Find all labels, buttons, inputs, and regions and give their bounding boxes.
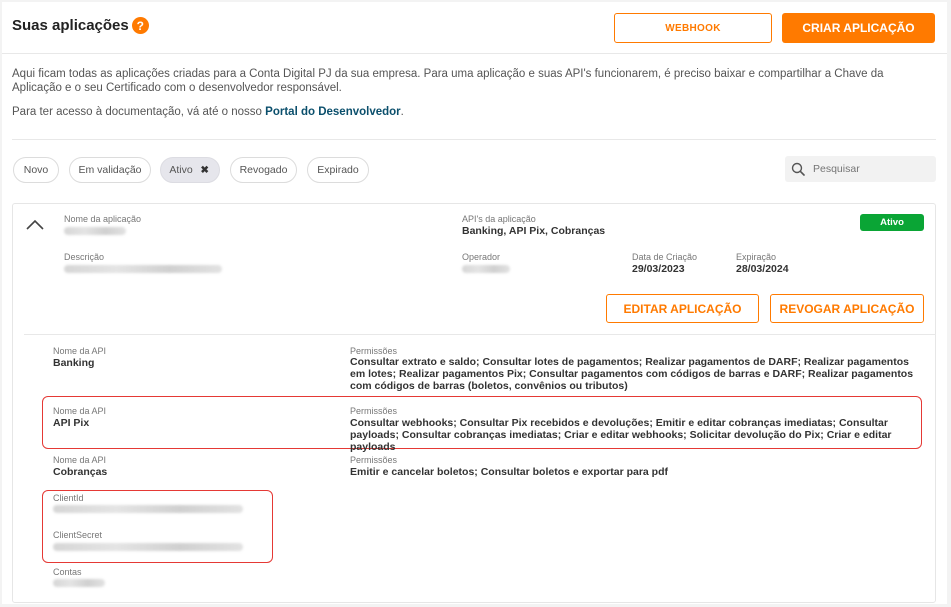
edit-application-button[interactable]: EDITAR APLICAÇÃO bbox=[606, 294, 759, 323]
permissions-value: Emitir e cancelar boletos; Consultar bol… bbox=[350, 466, 668, 478]
page-title-text: Suas aplicações bbox=[12, 17, 129, 34]
intro-text: Aqui ficam todas as aplicações criadas p… bbox=[12, 68, 884, 94]
client-secret-value-redacted[interactable] bbox=[53, 543, 243, 551]
application-apis-value: Banking, API Pix, Cobranças bbox=[462, 225, 606, 237]
application-name-value-redacted bbox=[64, 227, 126, 235]
api-name-label: Nome da API bbox=[53, 406, 107, 416]
filter-chip-novo[interactable]: Novo bbox=[13, 157, 59, 183]
search-box[interactable] bbox=[785, 156, 936, 182]
client-id-value-redacted[interactable] bbox=[53, 505, 243, 513]
status-badge: Ativo bbox=[860, 214, 924, 231]
accounts-value-redacted bbox=[53, 579, 105, 587]
api-name-value: Cobranças bbox=[53, 466, 108, 478]
header-divider bbox=[2, 53, 947, 54]
accounts-label: Contas bbox=[53, 567, 82, 577]
page-title: Suas aplicações ? bbox=[12, 17, 149, 34]
permissions-label: Permissões bbox=[350, 406, 398, 416]
api-name-label: Nome da API bbox=[53, 455, 107, 465]
filter-chip-label: Ativo bbox=[169, 164, 193, 176]
collapse-chevron-icon[interactable] bbox=[26, 218, 44, 230]
documentation-prefix: Para ter acesso à documentação, vá até o… bbox=[12, 106, 262, 118]
permissions-value: Consultar webhooks; Consultar Pix recebi… bbox=[350, 417, 892, 453]
details-divider bbox=[24, 334, 936, 335]
webhook-button[interactable]: WEBHOOK bbox=[614, 13, 772, 43]
filter-chip-label: Novo bbox=[23, 164, 49, 176]
creation-date-label: Data de Criação bbox=[632, 252, 698, 262]
api-name-label: Nome da API bbox=[53, 346, 107, 356]
creation-date-value: 29/03/2023 bbox=[632, 263, 685, 275]
description-label: Descrição bbox=[64, 252, 105, 262]
search-input[interactable] bbox=[813, 163, 923, 175]
api-name-value: API Pix bbox=[53, 417, 90, 429]
documentation-text: Para ter acesso à documentação, vá até o… bbox=[12, 106, 404, 118]
filter-chip-label: Expirado bbox=[317, 164, 359, 176]
filter-chip-revogado[interactable]: Revogado bbox=[230, 157, 297, 183]
application-apis-label: API's da aplicação bbox=[462, 214, 536, 224]
intro-divider bbox=[12, 139, 936, 140]
operator-value-redacted bbox=[462, 265, 510, 273]
expiry-date-value: 28/03/2024 bbox=[736, 263, 789, 275]
search-icon bbox=[791, 162, 805, 176]
expiry-date-label: Expiração bbox=[736, 252, 777, 262]
filter-chip-expirado[interactable]: Expirado bbox=[307, 157, 369, 183]
remove-filter-icon[interactable]: ✖ bbox=[198, 164, 211, 176]
api-name-value: Banking bbox=[53, 357, 95, 369]
documentation-suffix: . bbox=[400, 106, 404, 118]
client-secret-label: ClientSecret bbox=[53, 530, 103, 540]
permissions-value: Consultar extrato e saldo; Consultar lot… bbox=[350, 356, 914, 392]
description-value-redacted bbox=[64, 265, 222, 273]
operator-label: Operador bbox=[462, 252, 501, 262]
filter-chip-label: Revogado bbox=[239, 164, 288, 176]
developer-portal-link[interactable]: Portal do Desenvolvedor bbox=[265, 106, 400, 118]
revoke-application-button[interactable]: REVOGAR APLICAÇÃO bbox=[770, 294, 924, 323]
help-icon[interactable]: ? bbox=[131, 17, 149, 34]
filter-chip-em-validacao[interactable]: Em validação bbox=[69, 157, 151, 183]
permissions-label: Permissões bbox=[350, 346, 398, 356]
create-application-button[interactable]: CRIAR APLICAÇÃO bbox=[782, 13, 935, 43]
filter-chip-ativo[interactable]: Ativo ✖ bbox=[160, 157, 220, 183]
filter-chip-label: Em validação bbox=[78, 164, 142, 176]
application-name-label: Nome da aplicação bbox=[64, 214, 142, 224]
client-id-label: ClientId bbox=[53, 493, 84, 503]
permissions-label: Permissões bbox=[350, 455, 398, 465]
